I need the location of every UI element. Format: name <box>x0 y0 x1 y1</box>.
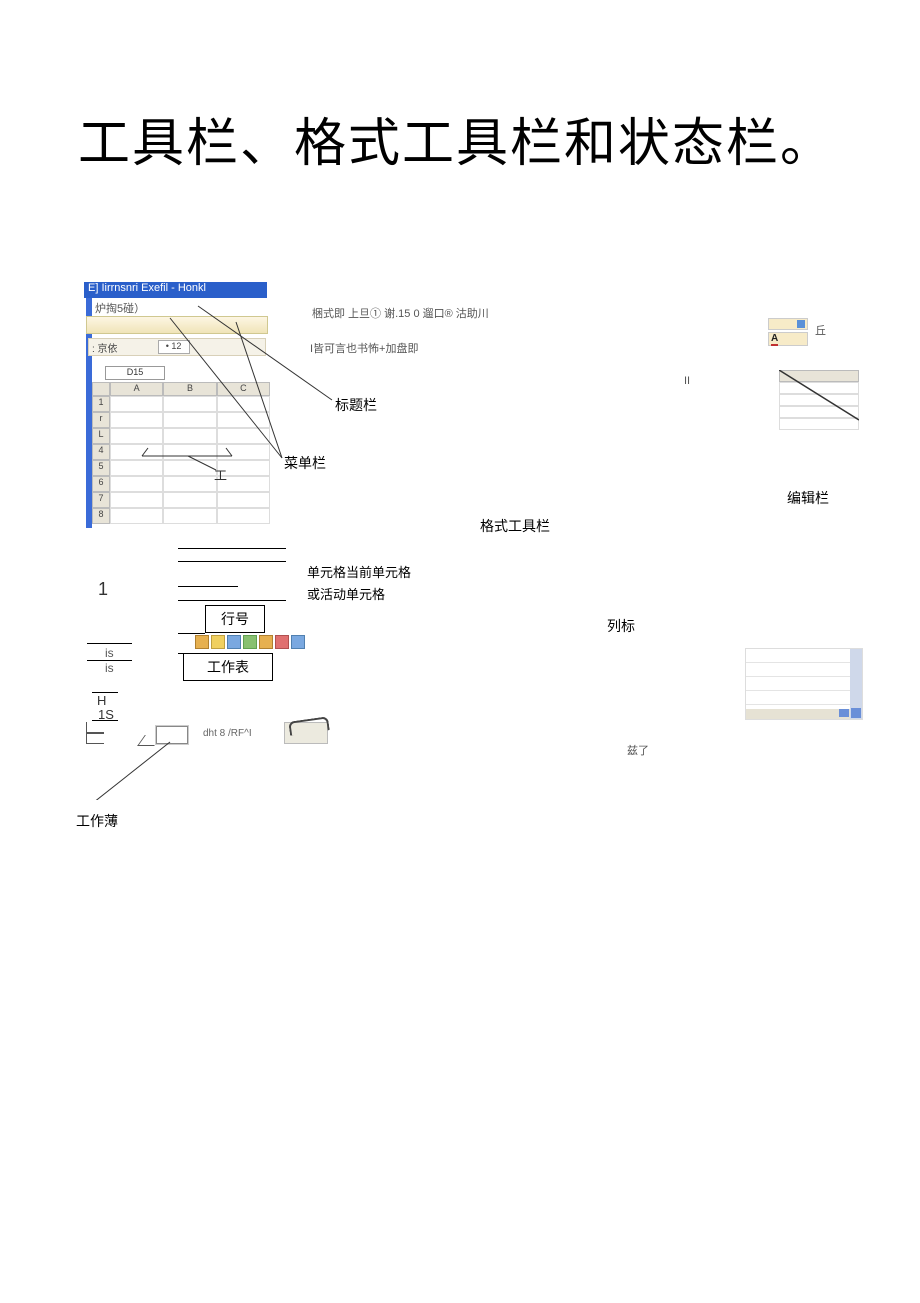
sheet-tab-clip[interactable] <box>156 726 188 744</box>
rule-line <box>178 548 286 549</box>
cell[interactable] <box>163 444 216 460</box>
cell[interactable] <box>217 396 270 412</box>
select-all-cell[interactable] <box>92 382 110 396</box>
cell[interactable] <box>163 492 216 508</box>
cell[interactable] <box>163 460 216 476</box>
h-char: H <box>97 693 106 708</box>
col-header[interactable]: A <box>110 382 163 396</box>
gong-char: 工 <box>214 465 227 484</box>
standard-toolbar <box>86 316 268 334</box>
row-header[interactable]: r <box>92 412 110 428</box>
cell[interactable] <box>163 508 216 524</box>
is-label-2: is <box>105 661 114 675</box>
cell[interactable] <box>110 428 163 444</box>
cut-icon[interactable] <box>275 635 289 649</box>
cell[interactable] <box>110 412 163 428</box>
font-name-label: : 京依 <box>92 340 118 355</box>
rule-line <box>178 633 205 634</box>
cell[interactable] <box>217 428 270 444</box>
col-header[interactable]: B <box>163 382 216 396</box>
menu-fragment-1: 炉掏5碰） <box>95 300 145 316</box>
label-cell-line2: 或活动单元格 <box>307 584 385 603</box>
sheet-tab-clip2 <box>284 722 328 744</box>
formatting-toolbar: : 京依 • 12 <box>88 338 266 356</box>
qiu-char: 丘 <box>815 322 826 338</box>
titlebar: E] Iirrnsnri Exefil - Honkl <box>84 282 267 298</box>
save-icon[interactable] <box>227 635 241 649</box>
label-workbook: 工作薄 <box>76 811 118 831</box>
copy-icon[interactable] <box>291 635 305 649</box>
row-header[interactable]: 7 <box>92 492 110 508</box>
label-format-toolbar: 格式工具栏 <box>480 516 550 536</box>
is-label-1: is <box>105 646 114 660</box>
zile-text: 兹了 <box>627 742 649 758</box>
row-header[interactable]: 8 <box>92 508 110 524</box>
h-mark: II <box>684 375 690 387</box>
vertical-scrollbar[interactable] <box>850 649 862 719</box>
color-picker-clip: A <box>768 318 808 348</box>
row-header[interactable]: 1 <box>92 396 110 412</box>
cell[interactable] <box>110 460 163 476</box>
print-icon[interactable] <box>243 635 257 649</box>
cell[interactable] <box>110 444 163 460</box>
row-header[interactable]: 6 <box>92 476 110 492</box>
preview-icon[interactable] <box>259 635 273 649</box>
label-titlebar: 标题栏 <box>335 395 377 415</box>
cell[interactable] <box>163 396 216 412</box>
font-color-icon[interactable]: A <box>768 332 808 346</box>
cell[interactable] <box>110 508 163 524</box>
cell[interactable] <box>217 412 270 428</box>
name-box[interactable]: D15 <box>105 366 165 380</box>
cell[interactable] <box>110 492 163 508</box>
cell[interactable] <box>110 396 163 412</box>
cell[interactable] <box>163 428 216 444</box>
font-size-box[interactable]: • 12 <box>158 340 190 354</box>
right-grid-clip <box>779 370 859 430</box>
label-colhead: 列标 <box>607 616 635 636</box>
label-menubar: 菜单栏 <box>284 453 326 473</box>
cell[interactable] <box>110 476 163 492</box>
menu-fragment-2: 梱式即 上旦① 谢.15 0 遛口® 沽助川 <box>312 305 489 321</box>
fill-color-icon[interactable] <box>768 318 808 330</box>
col-header[interactable]: C <box>217 382 270 396</box>
spreadsheet-grid: A B C 1 r L 4 5 6 7 8 <box>92 382 270 526</box>
rule-line <box>92 692 118 693</box>
scrollbar-clip <box>745 648 863 720</box>
row-header[interactable]: 5 <box>92 460 110 476</box>
label-editbar: 编辑栏 <box>787 488 829 508</box>
new-icon[interactable] <box>195 635 209 649</box>
cell[interactable] <box>217 492 270 508</box>
cell[interactable] <box>217 508 270 524</box>
row-header[interactable]: 4 <box>92 444 110 460</box>
sheet-txt: dht 8 /RF^I <box>203 728 252 739</box>
open-icon[interactable] <box>211 635 225 649</box>
format-note-text: I皆可言也书怖+加盘即 <box>310 340 418 356</box>
page-title: 工具栏、格式工具栏和状态栏。 <box>78 95 838 194</box>
box-rownum: 行号 <box>205 605 265 633</box>
rule-line <box>178 600 286 601</box>
row-header[interactable]: L <box>92 428 110 444</box>
rule-line <box>92 720 118 721</box>
rule-line <box>178 653 183 654</box>
corner-bracket <box>86 732 104 744</box>
one-number: 1 <box>98 579 108 600</box>
rule-line <box>178 586 238 587</box>
rule-line <box>87 643 132 644</box>
label-cell-line1: 单元格当前单元格 <box>307 562 411 581</box>
box-sheet: 工作表 <box>183 653 273 681</box>
rule-line <box>87 660 132 661</box>
cell[interactable] <box>163 476 216 492</box>
cell[interactable] <box>217 444 270 460</box>
horizontal-scrollbar[interactable] <box>746 709 850 719</box>
diag-line-icon <box>779 370 859 430</box>
rule-line <box>178 561 286 562</box>
cell[interactable] <box>163 412 216 428</box>
